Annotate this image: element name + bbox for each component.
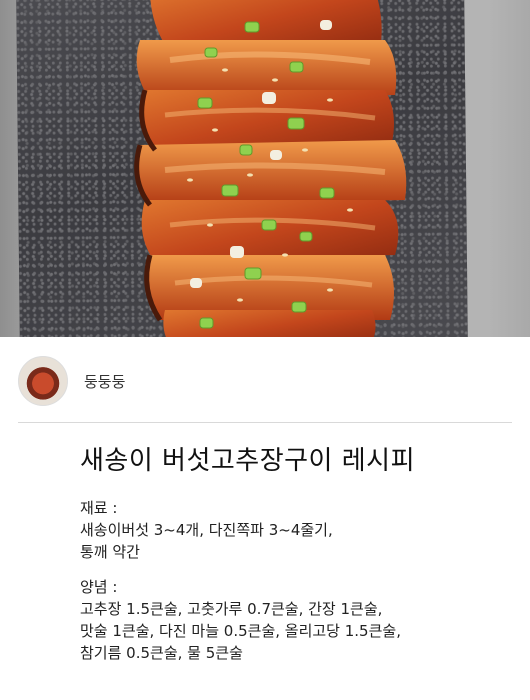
author-row[interactable]: 둥둥둥 xyxy=(18,356,125,406)
avatar[interactable] xyxy=(18,356,68,406)
seasoning-section: 양념 : 고추장 1.5큰술, 고춧가루 0.7큰술, 간장 1큰술, 맛술 1… xyxy=(80,576,401,664)
seasoning-label: 양념 : xyxy=(80,578,118,596)
ingredients-line: 통깨 약간 xyxy=(80,543,140,561)
author-name[interactable]: 둥둥둥 xyxy=(84,371,125,392)
ingredients-line: 새송이버섯 3~4개, 다진쪽파 3~4줄기, xyxy=(80,521,333,539)
ingredients-section: 재료 : 새송이버섯 3~4개, 다진쪽파 3~4줄기, 통깨 약간 xyxy=(80,497,333,563)
divider xyxy=(18,422,512,423)
seasoning-line: 참기름 0.5큰술, 물 5큰술 xyxy=(80,644,243,662)
mushroom-slices xyxy=(134,0,407,337)
seasoning-line: 고추장 1.5큰술, 고춧가루 0.7큰술, 간장 1큰술, xyxy=(80,600,383,618)
ingredients-label: 재료 : xyxy=(80,499,118,517)
food-photo xyxy=(0,0,530,337)
grilled-mushroom-illustration xyxy=(134,0,407,337)
post-title: 새송이 버섯고추장구이 레시피 xyxy=(80,446,415,476)
seasoning-line: 맛술 1큰술, 다진 마늘 0.5큰술, 올리고당 1.5큰술, xyxy=(80,622,401,640)
